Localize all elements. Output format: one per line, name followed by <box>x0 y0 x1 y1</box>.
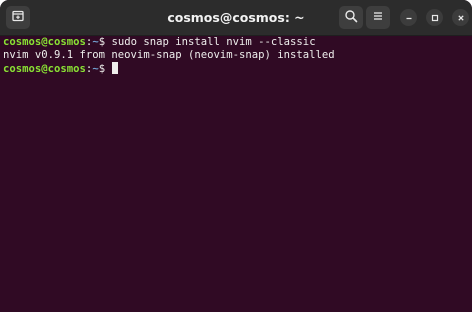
prompt-user: cosmos@cosmos <box>3 63 86 75</box>
close-button[interactable] <box>452 9 469 26</box>
terminal-line: cosmos@cosmos:~$ sudo snap install nvim … <box>3 36 472 49</box>
search-button[interactable] <box>339 6 363 29</box>
minimize-icon <box>404 8 414 27</box>
command-text <box>105 63 111 75</box>
terminal-line: nvim v0.9.1 from neovim-snap (neovim-sna… <box>3 49 472 62</box>
command-text: sudo snap install nvim --classic <box>105 36 316 48</box>
prompt-user: cosmos@cosmos <box>3 36 86 48</box>
minimize-button[interactable] <box>400 9 417 26</box>
terminal-window: cosmos@cosmos: ~ cosmos@cosmos:~$ sudo s… <box>0 0 472 312</box>
terminal-output[interactable]: cosmos@cosmos:~$ sudo snap install nvim … <box>0 36 472 312</box>
maximize-button[interactable] <box>426 9 443 26</box>
close-icon <box>456 8 466 27</box>
title-bar[interactable]: cosmos@cosmos: ~ <box>0 0 472 36</box>
maximize-icon <box>430 8 440 27</box>
command-output: nvim v0.9.1 from neovim-snap (neovim-sna… <box>3 49 335 61</box>
text-cursor <box>112 62 119 74</box>
search-icon <box>344 8 358 27</box>
terminal-line: cosmos@cosmos:~$ <box>3 62 472 75</box>
hamburger-menu-icon <box>371 8 385 27</box>
menu-button[interactable] <box>366 6 390 29</box>
